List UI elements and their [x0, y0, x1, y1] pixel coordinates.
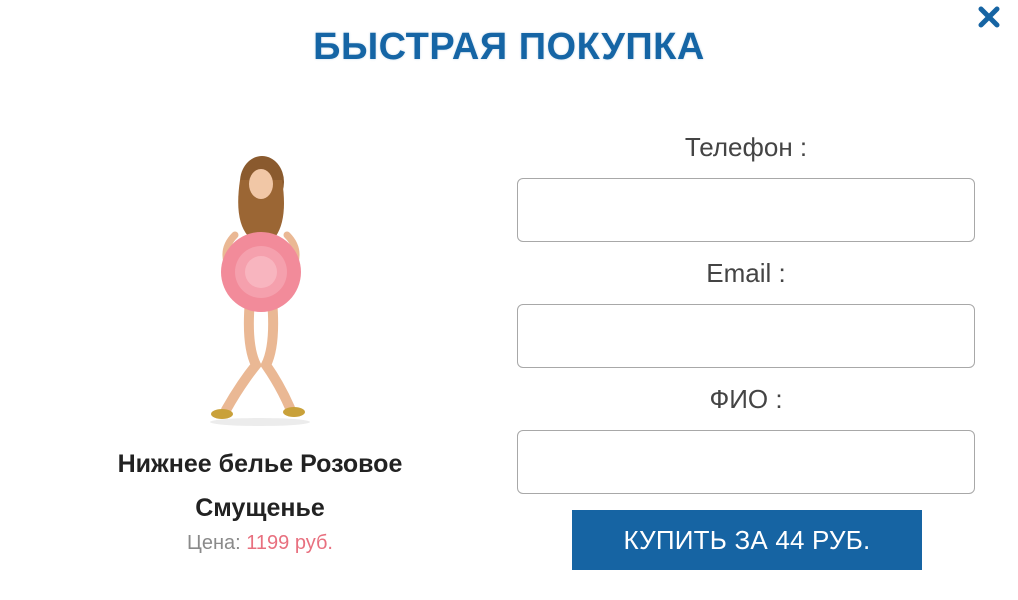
email-field[interactable] [517, 304, 975, 368]
product-name: Нижнее белье Розовое Смущенье [117, 450, 403, 522]
product-card: Нижнее белье Розовое Смущенье Цена: 1199… [60, 140, 460, 555]
full-name-field[interactable] [517, 430, 975, 494]
price-value: 1199 руб. [246, 532, 333, 554]
phone-label: Телефон : [684, 132, 808, 162]
product-price: Цена: 1199 руб. [60, 532, 460, 555]
price-label: Цена: [187, 532, 241, 554]
email-label: Email : [706, 258, 786, 288]
full-name-label: ФИО : [709, 384, 783, 414]
modal-title: БЫСТРАЯ ПОКУПКА [313, 26, 705, 68]
quick-buy-form: Телефон : Email : ФИО : КУПИТЬ ЗА 44 РУБ… [517, 128, 975, 570]
product-image [210, 156, 310, 426]
quick-buy-modal: БЫСТРАЯ ПОКУПКА Нижнее белье Розовое Сму… [0, 0, 1018, 600]
buy-button[interactable]: КУПИТЬ ЗА 44 РУБ. [572, 510, 922, 570]
phone-field[interactable] [517, 178, 975, 242]
